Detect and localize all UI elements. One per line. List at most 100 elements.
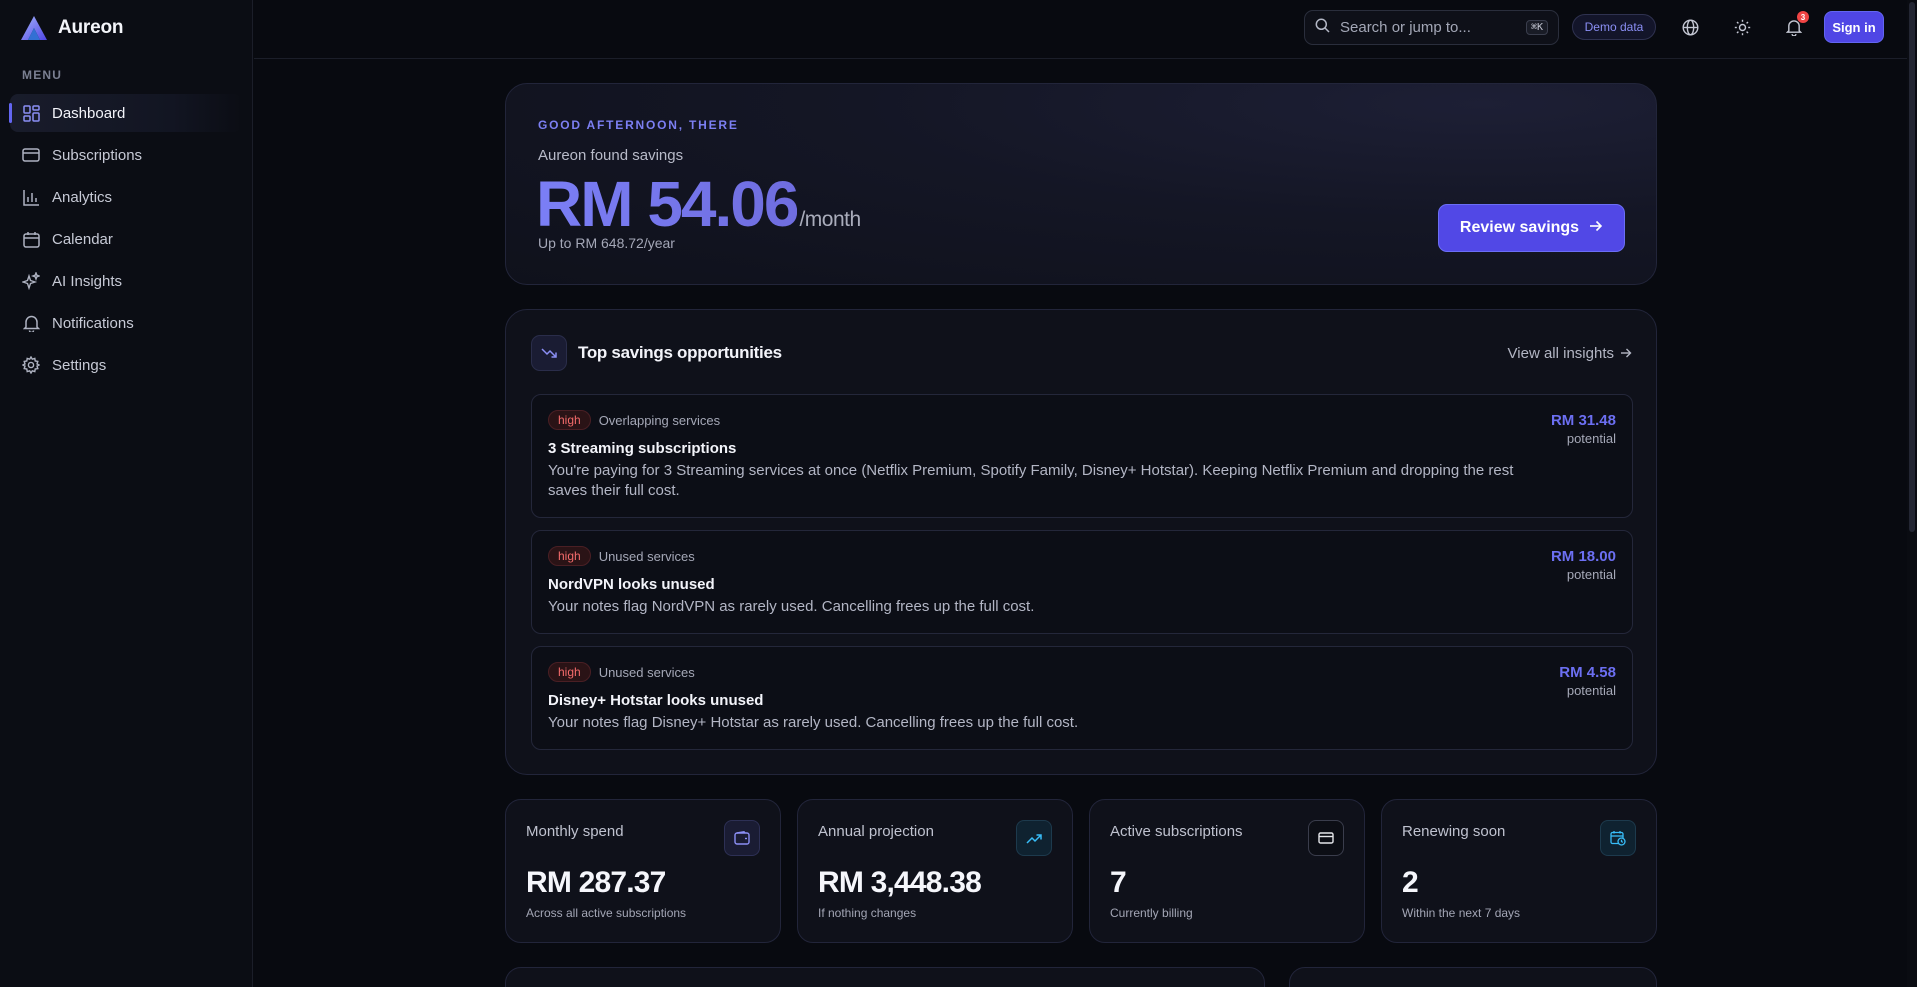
sidebar-item-subscriptions[interactable]: Subscriptions xyxy=(10,136,242,174)
stat-label: Monthly spend xyxy=(526,823,624,840)
opportunity-meta: high Unused services xyxy=(548,546,695,566)
gear-icon xyxy=(22,356,40,374)
savings-amount-row: RM 54.06 /month xyxy=(536,167,861,241)
bottom-card-left xyxy=(505,967,1265,987)
opportunity-title: 3 Streaming subscriptions xyxy=(548,440,737,457)
sidebar-item-dashboard[interactable]: Dashboard xyxy=(9,94,242,132)
priority-badge: high xyxy=(548,410,591,430)
opportunity-description: Your notes flag Disney+ Hotstar as rarel… xyxy=(548,714,1079,731)
opportunity-description: Your notes flag NordVPN as rarely used. … xyxy=(548,598,1035,615)
opportunity-amount: RM 4.58 xyxy=(1559,664,1616,681)
yearly-savings: Up to RM 648.72/year xyxy=(538,235,675,251)
priority-badge: high xyxy=(548,662,591,682)
sidebar-item-ai-insights[interactable]: AI Insights xyxy=(10,262,242,300)
sidebar-nav: Dashboard Subscriptions Analytics Calend… xyxy=(9,94,242,388)
stat-label: Annual projection xyxy=(818,823,934,840)
savings-period: /month xyxy=(799,208,861,231)
opportunity-amount: RM 18.00 xyxy=(1550,548,1616,565)
opportunity-title: Disney+ Hotstar looks unused xyxy=(548,692,764,709)
savings-amount: RM 54.06 xyxy=(536,168,799,240)
stat-subtext: If nothing changes xyxy=(818,906,917,920)
notifications-bell-icon[interactable]: 3 xyxy=(1782,11,1809,39)
card-icon xyxy=(1308,820,1344,856)
sparkles-icon xyxy=(22,272,40,290)
menu-label: MENU xyxy=(22,68,63,82)
stat-card-active-subscriptions[interactable]: Active subscriptions 7 Currently billing xyxy=(1089,799,1365,943)
stat-card-annual-projection[interactable]: Annual projection RM 3,448.38 If nothing… xyxy=(797,799,1073,943)
stat-value: 2 xyxy=(1402,866,1419,899)
opportunity-title: NordVPN looks unused xyxy=(548,576,715,593)
aureon-logo-icon xyxy=(20,15,48,41)
opportunity-amount-label: potential xyxy=(1566,683,1616,698)
sidebar-item-label: Notifications xyxy=(52,314,134,332)
view-all-label: View all insights xyxy=(1507,345,1614,362)
card-icon xyxy=(22,146,40,164)
stat-label: Active subscriptions xyxy=(1110,823,1243,840)
savings-hero-card: GOOD AFTERNOON, THERE Aureon found savin… xyxy=(505,83,1657,285)
savings-opportunities-card: Top savings opportunities View all insig… xyxy=(505,309,1657,775)
priority-badge: high xyxy=(548,546,591,566)
sidebar-item-settings[interactable]: Settings xyxy=(10,346,242,384)
sidebar-item-label: Analytics xyxy=(52,188,113,206)
calendar-icon xyxy=(22,230,40,248)
view-all-insights-link[interactable]: View all insights xyxy=(1508,345,1632,362)
dashboard-grid-icon xyxy=(22,104,40,122)
bar-chart-icon xyxy=(22,188,40,206)
sidebar-item-label: Calendar xyxy=(52,230,113,248)
sidebar-item-label: Subscriptions xyxy=(52,146,143,164)
arrow-right-icon xyxy=(1589,219,1603,237)
page-scrollbar[interactable] xyxy=(1907,0,1917,987)
top-bar: Search or jump to... ⌘K Demo data 3 Sign… xyxy=(254,0,1907,59)
stat-subtext: Currently billing xyxy=(1110,906,1193,920)
trending-up-icon xyxy=(1016,820,1052,856)
stat-card-monthly-spend[interactable]: Monthly spend RM 287.37 Across all activ… xyxy=(505,799,781,943)
sidebar-item-analytics[interactable]: Analytics xyxy=(10,178,242,216)
sidebar-item-label: AI Insights xyxy=(52,272,123,290)
opportunity-amount: RM 31.48 xyxy=(1550,412,1616,429)
opportunity-category: Overlapping services xyxy=(598,412,721,428)
opportunities-title: Top savings opportunities xyxy=(578,343,782,362)
stat-card-renewing-soon[interactable]: Renewing soon 2 Within the next 7 days xyxy=(1381,799,1657,943)
bottom-card-right xyxy=(1289,967,1657,987)
opportunity-amount-label: potential xyxy=(1566,431,1616,446)
stat-subtext: Within the next 7 days xyxy=(1402,906,1521,920)
sidebar: Aureon MENU Dashboard Subscriptions Anal… xyxy=(0,0,253,987)
stat-value: RM 287.37 xyxy=(526,866,666,899)
search-input[interactable]: Search or jump to... ⌘K xyxy=(1304,10,1559,45)
opportunity-category: Unused services xyxy=(598,664,695,680)
brand[interactable]: Aureon xyxy=(20,14,124,42)
sign-in-button[interactable]: Sign in xyxy=(1824,11,1884,43)
arrow-right-icon xyxy=(1620,345,1632,362)
opportunity-meta: high Unused services xyxy=(548,662,695,682)
opportunity-description: You're paying for 3 Streaming services a… xyxy=(548,462,1514,499)
demo-data-badge[interactable]: Demo data xyxy=(1572,14,1656,40)
trending-down-icon xyxy=(531,335,567,371)
opportunity-category: Unused services xyxy=(598,548,695,564)
calendar-clock-icon xyxy=(1600,820,1636,856)
review-savings-label: Review savings xyxy=(1459,219,1580,236)
search-shortcut: ⌘K xyxy=(1525,20,1548,35)
opportunity-item[interactable]: high Unused services NordVPN looks unuse… xyxy=(531,530,1633,634)
notification-count-badge: 3 xyxy=(1797,11,1809,23)
theme-sun-icon[interactable] xyxy=(1730,15,1754,39)
stat-value: 7 xyxy=(1110,866,1127,899)
stat-label: Renewing soon xyxy=(1402,823,1506,840)
search-placeholder: Search or jump to... xyxy=(1340,19,1471,36)
sidebar-item-label: Dashboard xyxy=(52,104,126,122)
opportunity-item[interactable]: high Overlapping services 3 Streaming su… xyxy=(531,394,1633,518)
sidebar-item-label: Settings xyxy=(52,356,107,374)
opportunity-item[interactable]: high Unused services Disney+ Hotstar loo… xyxy=(531,646,1633,750)
search-icon xyxy=(1315,18,1330,38)
stat-subtext: Across all active subscriptions xyxy=(526,906,687,920)
found-savings-label: Aureon found savings xyxy=(538,147,684,164)
scrollbar-thumb[interactable] xyxy=(1909,2,1915,532)
sidebar-item-calendar[interactable]: Calendar xyxy=(10,220,242,258)
language-globe-icon[interactable] xyxy=(1678,15,1702,39)
greeting: GOOD AFTERNOON, THERE xyxy=(538,118,739,132)
sidebar-item-notifications[interactable]: Notifications xyxy=(10,304,242,342)
wallet-icon xyxy=(724,820,760,856)
review-savings-button[interactable]: Review savings xyxy=(1438,204,1625,252)
app-name: Aureon xyxy=(58,17,124,38)
stat-value: RM 3,448.38 xyxy=(818,866,982,899)
opportunity-amount-label: potential xyxy=(1566,567,1616,582)
